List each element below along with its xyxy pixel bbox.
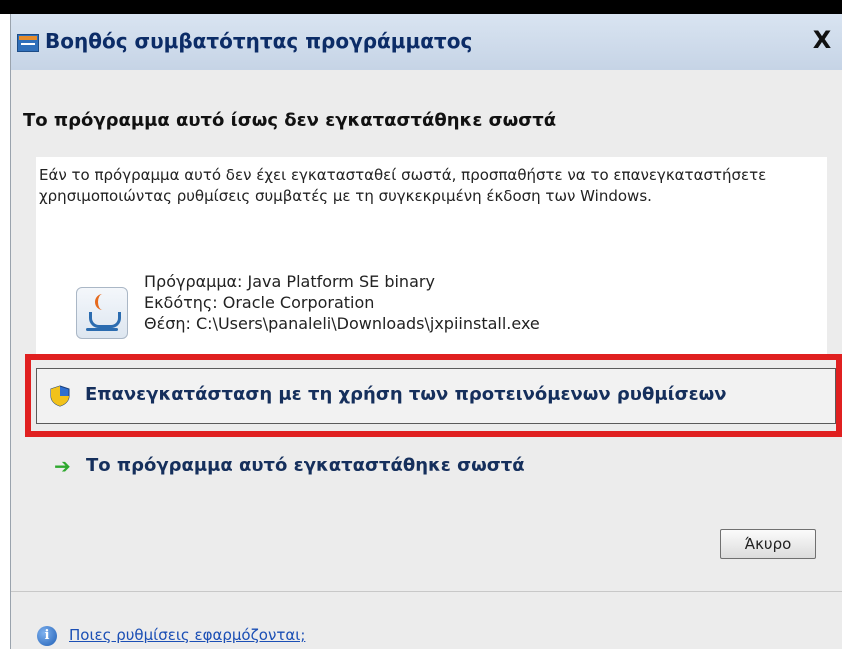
info-icon: i [37,626,57,646]
title-bar[interactable]: Βοηθός συμβατότητας προγράμματος X [11,14,842,70]
screenshot-frame: Βοηθός συμβατότητας προγράμματος X Το πρ… [0,0,842,649]
description-text: Εάν το πρόγραμμα αυτό δεν έχει εγκαταστα… [39,166,767,205]
program-details: Πρόγραμμα: Java Platform SE binary Εκδότ… [144,271,540,334]
program-location: Θέση: C:\Users\panaleli\Downloads\jxpiin… [144,314,540,333]
program-publisher: Εκδότης: Oracle Corporation [144,293,375,312]
top-border [0,0,842,14]
reinstall-option-label: Επανεγκατάσταση με τη χρήση των προτεινό… [85,384,727,405]
installed-correctly-option[interactable]: ➔ Το πρόγραμμα αυτό εγκαταστάθηκε σωστά [54,452,614,482]
uac-shield-icon [50,385,70,407]
reinstall-recommended-settings-button[interactable]: Επανεγκατάσταση με τη χρήση των προτεινό… [36,368,836,424]
dialog-headline: Το πρόγραμμα αυτό ίσως δεν εγκαταστάθηκε… [23,110,557,131]
java-icon [76,287,128,339]
green-arrow-icon: ➔ [54,454,71,478]
window-title: Βοηθός συμβατότητας προγράμματος [45,29,473,53]
compatibility-assistant-dialog: Βοηθός συμβατότητας προγράμματος X Το πρ… [10,14,842,649]
installed-correctly-label: Το πρόγραμμα αυτό εγκαταστάθηκε σωστά [86,455,525,476]
program-info-panel: Εάν το πρόγραμμα αυτό δεν έχει εγκαταστα… [36,157,827,355]
program-name: Πρόγραμμα: Java Platform SE binary [144,272,435,291]
program-compatibility-icon [17,34,39,52]
footer-divider [11,591,842,592]
close-button[interactable]: X [809,28,835,54]
settings-help-link[interactable]: Ποιες ρυθμίσεις εφαρμόζονται; [69,626,305,644]
cancel-button[interactable]: Άκυρο [720,529,816,559]
